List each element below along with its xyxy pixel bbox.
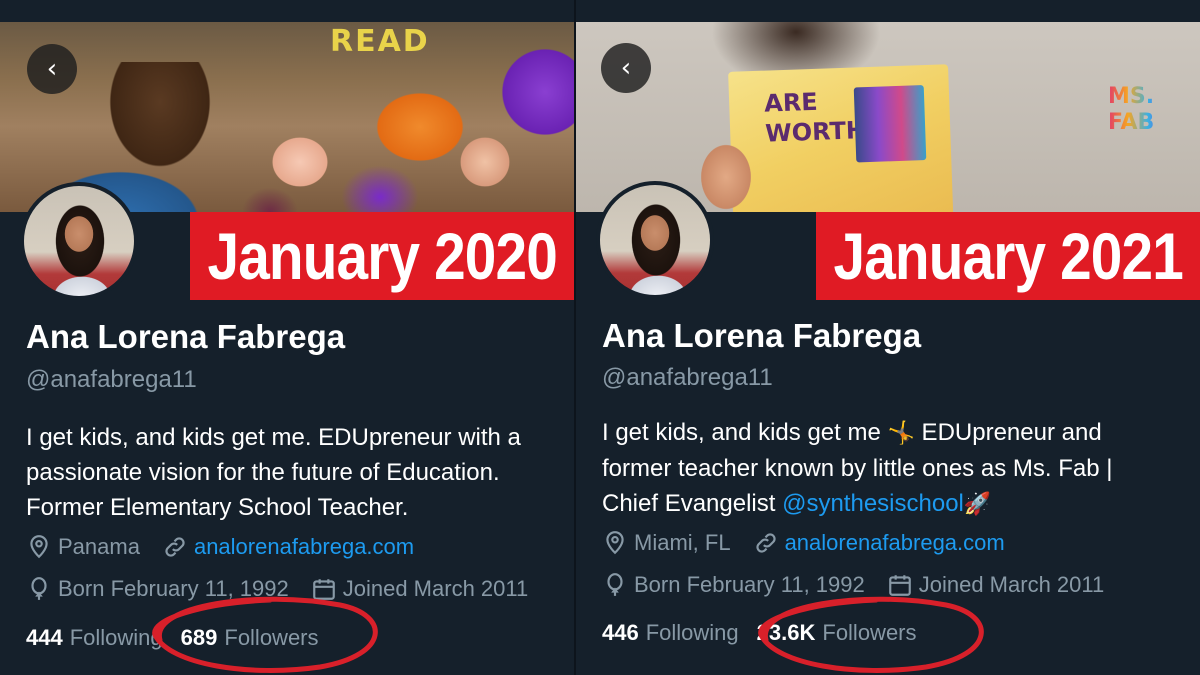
banner-read-sign: READ [330,24,430,59]
following-link[interactable]: 444 Following [26,625,163,651]
book-title: ARE WORTH [764,85,867,148]
cartwheel-emoji: 🤸 [887,421,915,446]
joined-item: Joined March 2011 [887,572,1105,598]
profile-meta-row: Panama analorenafabrega.com [26,534,436,560]
bio-line: former teacher known by little ones as M… [602,455,1113,482]
logo-line: MS. [1108,84,1155,109]
mention-link[interactable]: @synthesischool [782,490,964,517]
profile-handle: @anafabrega11 [602,364,773,391]
bio-line: Former Elementary School Teacher. [26,494,409,521]
book-title-line: ARE [763,87,819,118]
following-count: 444 [26,625,63,650]
following-link[interactable]: 446 Following [602,620,739,646]
joined-text: Joined March 2011 [342,576,529,601]
followers-link[interactable]: 23.6K Followers [757,620,917,646]
rocket-emoji: 🚀 [963,492,992,517]
followers-count: 689 [180,625,218,650]
joined-item: Joined March 2011 [311,576,529,602]
map-pin-icon [602,530,628,556]
birthday-text: Born February 11, 1992 [58,576,289,601]
joined-text: Joined March 2011 [918,572,1105,597]
back-button[interactable]: ‹ [601,43,651,93]
profile-panel-2021: ARE WORTH MS. FAB ‹ January 2021 Ana Lor… [576,0,1200,675]
followers-label: Followers [224,625,319,650]
date-badge: January 2020 [190,212,574,300]
profile-meta-row: Born February 11, 1992 Joined March 2011 [26,576,550,602]
back-button[interactable]: ‹ [27,44,77,94]
profile-name: Ana Lorena Fabrega [26,318,346,355]
bio-text: EDUpreneur and [914,419,1102,446]
avatar[interactable] [20,182,138,300]
bio-line: I get kids, and kids get me 🤸 EDUpreneur… [602,415,1182,451]
link-icon [753,530,779,556]
birthday-item: Born February 11, 1992 [26,576,289,602]
followers-count: 23.6K [756,620,816,645]
followers-link[interactable]: 689 Followers [181,625,319,651]
profile-meta-row: Miami, FL analorenafabrega.com [602,530,1027,556]
ms-fab-logo: MS. FAB [1108,84,1168,144]
profile-handle: @anafabrega11 [26,366,197,393]
link-icon [162,534,188,560]
date-badge: January 2021 [816,212,1200,300]
logo-line: FAB [1108,110,1155,135]
location-text: Miami, FL [634,530,731,555]
follow-counts: 446 Following 23.6K Followers [602,620,935,646]
chevron-left-icon: ‹ [46,54,58,84]
bio-text: Chief Evangelist [602,490,783,517]
followers-label: Followers [822,620,917,645]
profile-bio: I get kids, and kids get me. EDUpreneur … [26,420,571,525]
book-title-line: WORTH [764,116,867,148]
profile-meta-row: Born February 11, 1992 Joined March 2011 [602,572,1126,598]
profile-name: Ana Lorena Fabrega [602,317,922,354]
location-text: Panama [58,534,140,559]
banner-hand [691,132,761,212]
bio-line: I get kids, and kids get me. EDUpreneur … [26,424,521,451]
website-link[interactable]: analorenafabrega.com [785,530,1005,556]
avatar[interactable] [596,181,714,299]
bio-text: I get kids, and kids get me [602,419,881,446]
chevron-left-icon: ‹ [620,53,632,83]
calendar-icon [311,576,337,602]
following-count: 446 [602,620,639,645]
balloon-icon [602,572,628,598]
website-item[interactable]: analorenafabrega.com [753,530,1005,556]
balloon-icon [26,576,52,602]
following-label: Following [69,625,163,650]
calendar-icon [887,572,913,598]
follow-counts: 444 Following 689 Followers [26,625,337,651]
birthday-text: Born February 11, 1992 [634,572,865,597]
banner-book: ARE WORTH [728,64,954,212]
profile-panel-2020: READ ‹ January 2020 Ana Lorena Fabrega @… [0,0,574,675]
birthday-item: Born February 11, 1992 [602,572,865,598]
website-link[interactable]: analorenafabrega.com [194,534,414,560]
location-item: Miami, FL [602,530,731,556]
bio-line: Chief Evangelist @synthesischool🚀 [602,486,1182,522]
following-label: Following [645,620,739,645]
map-pin-icon [26,534,52,560]
profile-bio: I get kids, and kids get me 🤸 EDUpreneur… [602,415,1182,522]
book-pages [853,85,927,163]
website-item[interactable]: analorenafabrega.com [162,534,414,560]
bio-line: passionate vision for the future of Educ… [26,459,500,486]
location-item: Panama [26,534,140,560]
